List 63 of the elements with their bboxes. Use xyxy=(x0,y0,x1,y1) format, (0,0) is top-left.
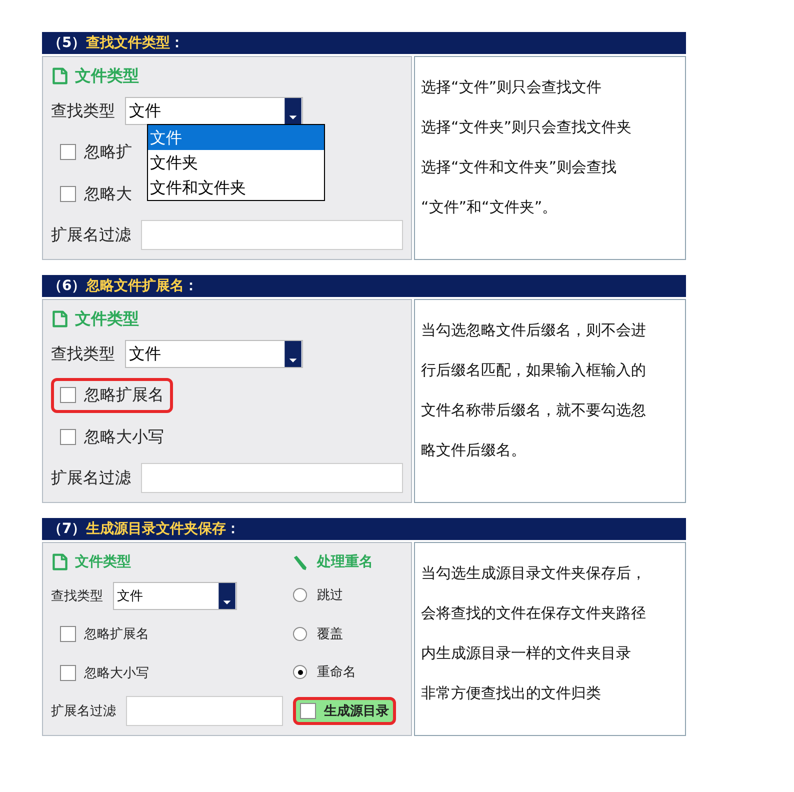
checkbox-label: 忽略大 xyxy=(84,184,132,205)
dropdown-option[interactable]: 文件夹 xyxy=(148,150,324,176)
field-label: 扩展名过滤 xyxy=(51,702,116,720)
checkbox-label: 忽略扩 xyxy=(84,142,132,163)
checkbox[interactable] xyxy=(60,144,76,160)
search-type-dropdown[interactable]: 文件 xyxy=(113,582,237,610)
checkbox-label: 忽略扩展名 xyxy=(84,626,149,644)
description-line: “文件”和“文件夹”。 xyxy=(421,197,558,218)
dropdown-option[interactable]: 文件 xyxy=(148,125,324,150)
group-heading: 文件类型 xyxy=(75,308,139,330)
group-heading: 文件类型 xyxy=(75,66,139,87)
description-line: 会将查找的文件在保存文件夹路径 xyxy=(421,603,646,624)
checkbox[interactable] xyxy=(60,626,76,642)
radio-button[interactable] xyxy=(293,588,307,602)
radio-button[interactable] xyxy=(293,626,307,641)
section-number: （5） xyxy=(48,35,86,51)
description-line: 选择“文件”则只会查找文件 xyxy=(421,77,602,98)
field-label: 扩展名过滤 xyxy=(51,468,131,489)
checkbox[interactable] xyxy=(60,664,76,681)
checkbox[interactable] xyxy=(300,702,316,719)
section-number: （7） xyxy=(48,521,86,537)
checkbox-label: 忽略扩展名 xyxy=(84,384,164,406)
dropdown-option[interactable]: 文件和文件夹 xyxy=(148,175,324,200)
radio-label: 重命名 xyxy=(317,664,356,682)
description-line: 选择“文件夹”则只会查找文件夹 xyxy=(421,117,632,138)
checkbox[interactable] xyxy=(60,429,76,446)
checkbox[interactable] xyxy=(60,186,76,202)
description-line: 内生成源目录一样的文件夹目录 xyxy=(421,643,631,664)
description-line: 选择“文件和文件夹”则会查找 xyxy=(421,157,617,178)
group-heading: 文件类型 xyxy=(75,553,131,572)
description-line: 当勾选生成源目录文件夹保存后， xyxy=(421,563,646,584)
colon: ： xyxy=(184,278,198,294)
section-number: （6） xyxy=(48,278,86,294)
colon: ： xyxy=(226,521,240,537)
section-title: 忽略文件扩展名 xyxy=(86,278,184,294)
extension-filter-field[interactable] xyxy=(141,463,403,494)
document-icon xyxy=(51,67,69,86)
radio-label: 跳过 xyxy=(317,587,343,604)
search-type-dropdown[interactable]: 文件 xyxy=(125,97,303,126)
group-heading: 处理重名 xyxy=(317,552,373,571)
field-label: 查找类型 xyxy=(51,344,115,365)
extension-filter-field[interactable] xyxy=(141,220,403,250)
field-label: 扩展名过滤 xyxy=(51,224,131,246)
description-line: 当勾选忽略文件后缀名，则不会进 xyxy=(421,320,646,341)
section-title: 查找文件类型 xyxy=(86,35,170,51)
field-label: 查找类型 xyxy=(51,100,115,122)
document-icon xyxy=(51,310,69,328)
field-label: 查找类型 xyxy=(51,588,103,605)
checkbox-label: 忽略大小写 xyxy=(84,664,149,682)
radio-label: 覆盖 xyxy=(317,626,343,643)
checkbox-label: 生成源目录 xyxy=(324,702,389,720)
radio-button[interactable] xyxy=(293,665,307,680)
description-line: 行后缀名匹配，如果输入框输入的 xyxy=(421,360,646,381)
description-line: 略文件后缀名。 xyxy=(421,440,526,461)
section-title: 生成源目录文件夹保存 xyxy=(86,521,226,537)
checkbox-label: 忽略大小写 xyxy=(84,426,164,448)
description-line: 非常方便查找出的文件归类 xyxy=(421,683,601,704)
colon: ： xyxy=(170,35,184,51)
description-line: 文件名称带后缀名，就不要勾选忽 xyxy=(421,400,646,421)
checkbox[interactable] xyxy=(60,387,76,404)
search-type-dropdown[interactable]: 文件 xyxy=(125,340,303,368)
extension-filter-field[interactable] xyxy=(126,696,283,726)
document-icon xyxy=(51,553,69,572)
